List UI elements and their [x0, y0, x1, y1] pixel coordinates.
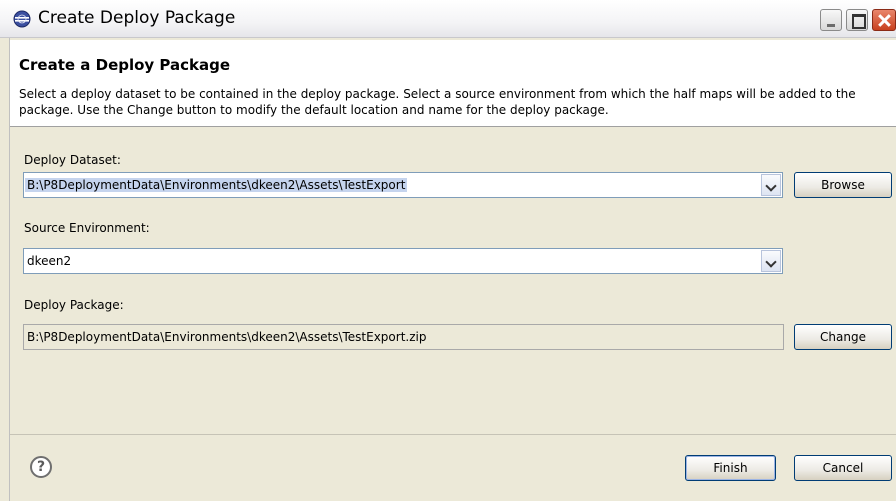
deploy-dataset-label: Deploy Dataset:: [24, 153, 121, 167]
change-button[interactable]: Change: [794, 324, 892, 350]
minimize-button[interactable]: [820, 9, 842, 31]
window-frame-left: [0, 38, 10, 501]
wizard-header: Create a Deploy Package Select a deploy …: [10, 40, 896, 127]
eclipse-icon: [13, 10, 31, 28]
deploy-package-label: Deploy Package:: [24, 298, 124, 312]
form-area: Deploy Dataset: B:\P8DeploymentData\Envi…: [10, 128, 896, 434]
window-title: Create Deploy Package: [38, 8, 236, 28]
source-environment-combo[interactable]: dkeen2: [23, 248, 783, 274]
chevron-down-icon[interactable]: [761, 174, 781, 196]
page-title: Create a Deploy Package: [19, 56, 231, 74]
deploy-dataset-value: B:\P8DeploymentData\Environments\dkeen2\…: [25, 178, 408, 192]
source-environment-value: dkeen2: [27, 254, 72, 268]
deploy-dataset-combo[interactable]: B:\P8DeploymentData\Environments\dkeen2\…: [23, 172, 783, 198]
maximize-button[interactable]: [846, 9, 868, 31]
title-bar[interactable]: Create Deploy Package: [0, 0, 896, 38]
deploy-package-field: B:\P8DeploymentData\Environments\dkeen2\…: [23, 324, 784, 350]
chevron-down-icon[interactable]: [761, 250, 781, 272]
close-button[interactable]: [872, 9, 896, 31]
wizard-footer: ? Finish Cancel: [10, 434, 896, 501]
browse-button[interactable]: Browse: [794, 172, 892, 198]
source-environment-label: Source Environment:: [24, 221, 150, 235]
deploy-package-value: B:\P8DeploymentData\Environments\dkeen2\…: [27, 330, 427, 344]
cancel-button[interactable]: Cancel: [794, 455, 892, 481]
create-deploy-package-dialog: Create Deploy Package Create a Deploy Pa…: [0, 0, 896, 501]
finish-button[interactable]: Finish: [685, 455, 776, 481]
help-icon[interactable]: ?: [30, 456, 52, 478]
page-description: Select a deploy dataset to be contained …: [19, 87, 856, 117]
